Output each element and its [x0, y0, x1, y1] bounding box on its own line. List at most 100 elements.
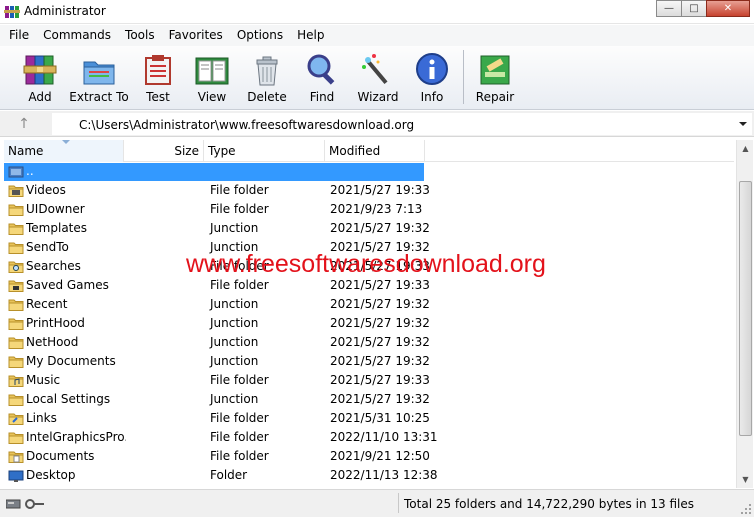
folder-icon	[8, 337, 24, 349]
magnifier-icon	[307, 54, 335, 85]
repair-label: Repair	[475, 90, 515, 104]
file-name: Recent	[26, 297, 68, 311]
file-type: Junction	[210, 316, 259, 330]
file-name: Links	[26, 411, 57, 425]
file-name: PrintHood	[26, 316, 85, 330]
menu-commands[interactable]: Commands	[36, 25, 118, 46]
folder-icon	[8, 242, 24, 254]
column-type-label: Type	[208, 144, 236, 158]
magic-wand-icon	[362, 54, 388, 85]
window-controls: — □ ✕	[656, 0, 750, 18]
open-book-icon	[195, 57, 229, 85]
file-row[interactable]: Links File folder 2021/5/31 10:25	[4, 409, 734, 428]
menu-favorites[interactable]: Favorites	[162, 25, 230, 46]
file-type: Junction	[210, 354, 259, 368]
status-bar: Total 25 folders and 14,722,290 bytes in…	[0, 489, 754, 517]
file-name: My Documents	[26, 354, 116, 368]
parent-directory-row[interactable]: ..	[4, 162, 734, 181]
first-aid-kit-icon	[145, 55, 171, 85]
menu-help[interactable]: Help	[290, 25, 331, 46]
scroll-up-button[interactable]: ▲	[737, 140, 754, 157]
drive-key-icon	[6, 499, 44, 509]
file-type: Junction	[210, 392, 259, 406]
file-type: Junction	[210, 335, 259, 349]
file-modified: 2021/5/27 19:32	[330, 392, 430, 406]
scroll-down-button[interactable]: ▼	[737, 471, 754, 488]
column-header-size[interactable]: Size	[124, 140, 204, 162]
file-modified: 2022/11/10 13:31	[330, 430, 438, 444]
column-header-name[interactable]: Name	[4, 140, 124, 162]
folder-icon	[8, 356, 24, 368]
file-modified: 2022/11/13 12:38	[330, 468, 438, 482]
desktop-folder-icon	[8, 470, 24, 482]
file-name: SendTo	[26, 240, 69, 254]
file-row[interactable]: UIDowner File folder 2021/9/23 7:13	[4, 200, 734, 219]
file-modified: 2021/9/21 12:50	[330, 449, 430, 463]
searches-folder-icon	[8, 261, 24, 273]
minimize-button[interactable]: —	[656, 0, 682, 17]
folder-icon	[8, 394, 24, 406]
file-name: Documents	[26, 449, 95, 463]
file-type: Junction	[210, 297, 259, 311]
file-row[interactable]: Desktop Folder 2022/11/13 12:38	[4, 466, 734, 485]
links-folder-icon	[8, 413, 24, 425]
file-list: .. Videos File folder 2021/5/27 19:33 UIDown…	[4, 162, 734, 488]
file-name: Local Settings	[26, 392, 111, 406]
menu-tools[interactable]: Tools	[118, 25, 162, 46]
file-row[interactable]: Videos File folder 2021/5/27 19:33	[4, 181, 734, 200]
file-row[interactable]: My Documents Junction 2021/5/27 19:32	[4, 352, 734, 371]
file-row[interactable]: Music File folder 2021/5/27 19:33	[4, 371, 734, 390]
file-row[interactable]: PrintHood Junction 2021/5/27 19:32	[4, 314, 734, 333]
file-row[interactable]: IntelGraphicsPro... File folder 2022/11/10…	[4, 428, 734, 447]
close-button[interactable]: ✕	[706, 0, 750, 17]
file-name: Music	[26, 373, 61, 387]
file-name: NetHood	[26, 335, 79, 349]
info-button[interactable]: Info	[402, 50, 462, 108]
address-bar: ↑ C:\Users\Administrator\www.freesoftwar…	[0, 111, 754, 137]
file-row[interactable]: Recent Junction 2021/5/27 19:32	[4, 295, 734, 314]
folder-icon	[8, 204, 24, 216]
folder-extract-icon	[83, 61, 115, 85]
chevron-down-icon[interactable]	[738, 119, 748, 129]
trash-can-icon	[256, 56, 278, 86]
file-modified: 2021/5/27 19:32	[330, 297, 430, 311]
file-modified: 2021/5/27 19:32	[330, 221, 430, 235]
file-modified: 2021/9/23 7:13	[330, 202, 423, 216]
file-modified: 2021/5/31 10:25	[330, 411, 430, 425]
menu-file[interactable]: File	[2, 25, 36, 46]
column-size-label: Size	[174, 144, 199, 158]
music-folder-icon	[8, 375, 24, 387]
info-icon	[416, 53, 448, 85]
vertical-scrollbar[interactable]: ▲ ▼	[736, 140, 753, 488]
up-folder-button[interactable]: ↑	[4, 114, 44, 134]
toolbar-separator	[463, 50, 464, 104]
file-name: Desktop	[26, 468, 76, 482]
scroll-thumb[interactable]	[739, 181, 752, 436]
column-name-label: Name	[8, 144, 44, 158]
file-row[interactable]: Local Settings Junction 2021/5/27 19:32	[4, 390, 734, 409]
file-modified: 2021/5/27 19:32	[330, 354, 430, 368]
folder-icon	[8, 432, 24, 444]
path-text: C:\Users\Administrator\www.freesoftwares…	[79, 118, 415, 132]
repair-kit-icon	[480, 55, 510, 85]
file-name: UIDowner	[26, 202, 85, 216]
menu-options[interactable]: Options	[230, 25, 290, 46]
documents-folder-icon	[8, 451, 24, 463]
saved-games-icon	[8, 280, 24, 292]
winrar-app-icon	[4, 6, 20, 18]
toolbar: Add Extract To Test View Delete Find Wiz…	[0, 46, 754, 110]
path-field[interactable]: C:\Users\Administrator\www.freesoftwares…	[52, 113, 752, 135]
file-name: Videos	[26, 183, 66, 197]
column-header-type[interactable]: Type	[204, 140, 325, 162]
file-row[interactable]: NetHood Junction 2021/5/27 19:32	[4, 333, 734, 352]
file-type: Junction	[210, 221, 259, 235]
column-header-modified[interactable]: Modified	[325, 140, 425, 162]
maximize-button[interactable]: □	[681, 0, 707, 17]
sort-arrow-icon	[62, 140, 70, 144]
resize-grip-icon[interactable]	[740, 503, 752, 515]
file-row[interactable]: Documents File folder 2021/9/21 12:50	[4, 447, 734, 466]
file-type: File folder	[210, 183, 269, 197]
file-modified: 2021/5/27 19:32	[330, 316, 430, 330]
repair-button[interactable]: Repair	[465, 50, 525, 108]
file-row[interactable]: Templates Junction 2021/5/27 19:32	[4, 219, 734, 238]
